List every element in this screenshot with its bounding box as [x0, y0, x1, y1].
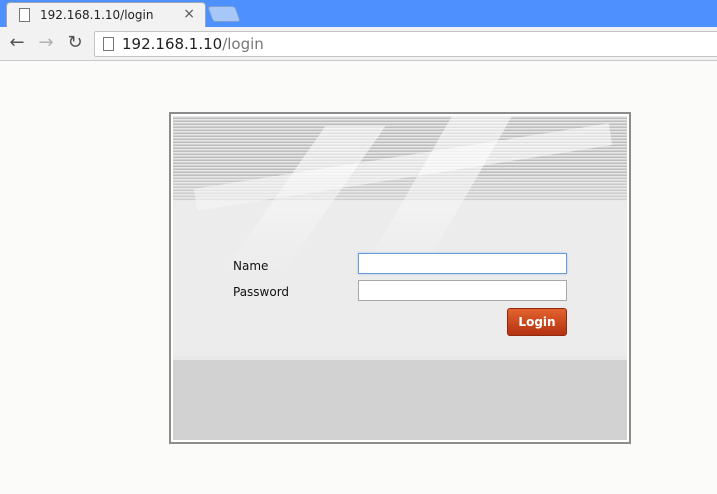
login-button[interactable]: Login: [507, 308, 567, 336]
login-panel: Name Password Login: [169, 112, 631, 444]
tab-title: 192.168.1.10/login: [40, 8, 154, 22]
close-icon[interactable]: ×: [183, 6, 195, 22]
login-background: Name Password Login: [173, 116, 627, 440]
new-tab-button[interactable]: [207, 6, 241, 22]
password-input[interactable]: [358, 280, 567, 301]
name-input[interactable]: [358, 253, 567, 274]
page-icon: [103, 37, 114, 51]
browser-tab[interactable]: 192.168.1.10/login ×: [6, 2, 206, 28]
name-label: Name: [233, 259, 269, 273]
reload-icon[interactable]: ↻: [64, 31, 86, 55]
browser-toolbar: ← → ↻ 192.168.1.10/login: [0, 27, 717, 61]
browser-titlebar: 192.168.1.10/login ×: [0, 0, 717, 28]
forward-arrow-icon[interactable]: →: [35, 31, 57, 55]
back-arrow-icon[interactable]: ←: [6, 31, 28, 55]
page-icon: [19, 8, 30, 22]
url-text: 192.168.1.10/login: [122, 35, 264, 53]
address-bar[interactable]: 192.168.1.10/login: [94, 31, 717, 57]
password-label: Password: [233, 285, 290, 299]
